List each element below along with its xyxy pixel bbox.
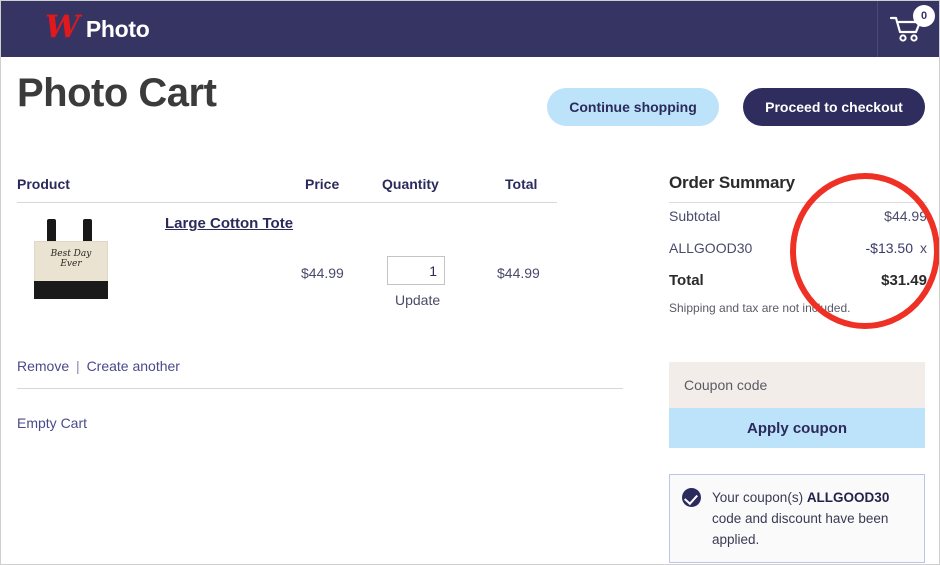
column-header-product: Product (17, 176, 70, 192)
cart-table-header: Product Price Quantity Total (17, 171, 557, 203)
remove-item-link[interactable]: Remove (17, 358, 69, 374)
summary-row-coupon: ALLGOOD30 -$13.50 x (669, 240, 927, 267)
table-row: Best Day Ever Large Cotton Tote $44.99 U… (17, 203, 623, 431)
continue-shopping-button[interactable]: Continue shopping (547, 88, 719, 126)
order-summary-title: Order Summary (669, 173, 795, 192)
tote-print-text: Best Day Ever (34, 249, 108, 269)
total-label: Total (669, 272, 704, 289)
empty-cart-link[interactable]: Empty Cart (17, 415, 87, 431)
item-total: $44.99 (497, 265, 540, 281)
brand-name-label: Photo (85, 15, 150, 42)
cart-button[interactable]: 0 (877, 1, 939, 57)
create-another-link[interactable]: Create another (87, 358, 180, 374)
page-title-row: Photo Cart Continue shopping Proceed to … (1, 57, 939, 139)
order-summary: Order Summary Subtotal $44.99 ALLGOOD30 … (669, 173, 927, 315)
total-value: $31.49 (881, 272, 927, 289)
update-quantity-link[interactable]: Update (395, 292, 440, 308)
walgreens-w-icon: W (45, 8, 80, 45)
cart-count-badge: 0 (913, 5, 935, 27)
site-header: W Photo 0 (1, 1, 939, 57)
coupon-form: Apply coupon (669, 362, 925, 448)
notice-prefix: Your coupon(s) (712, 490, 807, 505)
coupon-code-label: ALLGOOD30 (669, 240, 753, 256)
order-summary-rule (669, 202, 927, 203)
remove-coupon-icon[interactable]: x (920, 240, 927, 256)
brand-logo[interactable]: W Photo (45, 1, 150, 57)
photo-cart-page: W Photo 0 Photo Cart Continue shopping P… (0, 0, 940, 565)
item-actions: Remove | Create another (17, 358, 180, 374)
notice-coupon-code: ALLGOOD30 (806, 490, 890, 505)
quantity-input[interactable] (387, 256, 445, 285)
cart-table-divider (17, 388, 623, 389)
column-header-total: Total (505, 176, 538, 192)
proceed-to-checkout-button[interactable]: Proceed to checkout (743, 88, 925, 126)
apply-coupon-button[interactable]: Apply coupon (669, 408, 925, 448)
coupon-applied-notice: Your coupon(s) ALLGOOD30 code and discou… (669, 474, 925, 563)
cart-table: Product Price Quantity Total Best Day Ev… (17, 171, 623, 431)
column-header-quantity: Quantity (382, 176, 439, 192)
column-header-price: Price (305, 176, 340, 192)
coupon-code-input[interactable] (669, 362, 925, 408)
subtotal-label: Subtotal (669, 208, 721, 224)
product-name-link[interactable]: Large Cotton Tote (165, 215, 293, 232)
notice-suffix: code and discount have been applied. (712, 511, 889, 547)
product-thumbnail[interactable]: Best Day Ever (25, 219, 117, 301)
summary-row-total: Total $31.49 (669, 272, 927, 299)
coupon-discount-value: -$13.50 (865, 240, 913, 256)
page-title: Photo Cart (17, 71, 217, 115)
coupon-applied-text: Your coupon(s) ALLGOOD30 code and discou… (712, 487, 912, 550)
shipping-tax-note: Shipping and tax are not included. (669, 301, 851, 315)
tote-print-line-1: Best Day (50, 249, 92, 259)
item-price: $44.99 (301, 265, 344, 281)
tote-print-line-2: Ever (60, 259, 82, 269)
summary-row-subtotal: Subtotal $44.99 (669, 208, 927, 235)
check-circle-icon (682, 488, 701, 507)
action-separator: | (76, 358, 80, 374)
tote-bottom-band-icon (34, 281, 108, 299)
subtotal-value: $44.99 (884, 208, 927, 224)
